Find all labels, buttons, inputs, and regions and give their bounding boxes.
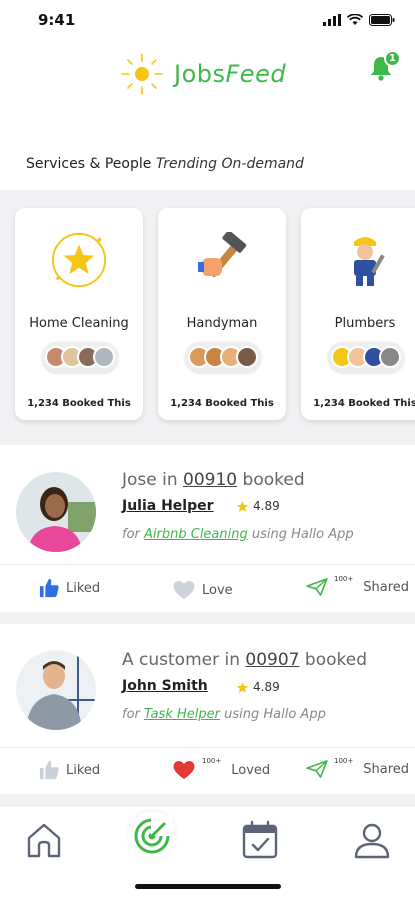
logo-text-feed: Feed bbox=[225, 60, 287, 88]
love-label: Loved bbox=[231, 762, 271, 778]
app-header: JobsFeed 1 bbox=[0, 44, 415, 116]
avatar-group bbox=[185, 342, 261, 372]
service-name: Plumbers bbox=[334, 316, 396, 331]
home-icon bbox=[27, 823, 61, 858]
rating: 4.89 bbox=[236, 680, 280, 694]
calendar-icon bbox=[242, 820, 278, 859]
avatar-group bbox=[328, 342, 404, 372]
like-button[interactable]: Liked bbox=[38, 578, 100, 598]
feed-headline: Jose in 00910 booked bbox=[122, 470, 305, 490]
thumbs-up-icon bbox=[39, 578, 59, 598]
service-line: for Task Helper using Hallo App bbox=[122, 707, 326, 722]
heart-icon bbox=[173, 760, 195, 780]
like-label: Liked bbox=[66, 762, 101, 778]
love-count: 100+ bbox=[202, 757, 222, 765]
service-line: for Airbnb Cleaning using Hallo App bbox=[122, 527, 354, 542]
booked-count: 1,234 Booked This bbox=[27, 398, 131, 409]
notifications-button[interactable]: 1 bbox=[367, 50, 401, 84]
services-carousel[interactable]: Home Cleaning 1,234 Booked This Handyman… bbox=[0, 190, 415, 445]
star-icon bbox=[236, 500, 249, 512]
battery-icon bbox=[369, 14, 395, 26]
app-logo: JobsFeed bbox=[118, 50, 286, 98]
using-label: using Hallo App bbox=[224, 707, 326, 722]
provider-name[interactable]: Julia Helper bbox=[122, 498, 214, 514]
share-label: Shared bbox=[363, 579, 410, 595]
status-time: 9:41 bbox=[38, 11, 76, 29]
section-title: Services & People Trending On-demand bbox=[26, 156, 304, 172]
service-link[interactable]: Task Helper bbox=[144, 707, 220, 722]
plumber-icon bbox=[335, 230, 395, 290]
rating-value: 4.89 bbox=[253, 499, 280, 513]
radar-icon bbox=[134, 816, 172, 854]
rating-value: 4.89 bbox=[253, 680, 280, 694]
star-icon bbox=[49, 230, 109, 290]
service-name: Home Cleaning bbox=[29, 316, 129, 331]
share-count: 100+ bbox=[334, 575, 354, 583]
love-button[interactable]: Love bbox=[172, 580, 233, 600]
signal-icon bbox=[323, 14, 341, 26]
profile-icon bbox=[354, 823, 390, 859]
home-indicator[interactable] bbox=[135, 884, 281, 889]
booked-count: 1,234 Booked This bbox=[313, 398, 415, 409]
wifi-icon bbox=[347, 14, 363, 25]
share-button[interactable]: 100+ Shared bbox=[306, 575, 410, 596]
provider-photo[interactable] bbox=[16, 650, 96, 730]
notification-badge: 1 bbox=[384, 50, 401, 67]
feed-separator bbox=[0, 612, 415, 624]
service-card-handyman[interactable]: Handyman 1,234 Booked This bbox=[158, 208, 286, 420]
section-title-main: Services & People bbox=[26, 156, 152, 172]
customer-label: Jose in bbox=[122, 470, 178, 490]
for-label: for bbox=[122, 527, 140, 542]
avatar bbox=[93, 346, 115, 368]
booked-verb: booked bbox=[304, 650, 367, 670]
customer-label: A customer in bbox=[122, 650, 240, 670]
like-label: Liked bbox=[66, 580, 101, 596]
status-bar: 9:41 bbox=[0, 0, 415, 44]
star-icon bbox=[236, 681, 249, 693]
provider-photo[interactable] bbox=[16, 472, 96, 552]
status-icons bbox=[323, 14, 395, 26]
avatar bbox=[379, 346, 401, 368]
divider bbox=[0, 564, 415, 565]
feed-headline: A customer in 00907 booked bbox=[122, 650, 367, 670]
like-button[interactable]: Liked bbox=[38, 760, 100, 780]
heart-icon bbox=[173, 580, 195, 600]
divider bbox=[0, 747, 415, 748]
nav-home[interactable] bbox=[22, 818, 66, 862]
share-count: 100+ bbox=[334, 757, 354, 765]
avatar-group bbox=[42, 342, 118, 372]
for-label: for bbox=[122, 707, 140, 722]
avatar bbox=[236, 346, 258, 368]
section-title-trending: Trending On-demand bbox=[155, 156, 304, 172]
booked-verb: booked bbox=[242, 470, 305, 490]
hammer-icon bbox=[192, 230, 252, 290]
service-link[interactable]: Airbnb Cleaning bbox=[144, 527, 248, 542]
feed-item[interactable]: A customer in 00907 booked John Smith 4.… bbox=[0, 624, 415, 794]
logo-text: JobsFeed bbox=[174, 60, 286, 88]
zip-code[interactable]: 00907 bbox=[245, 650, 299, 670]
love-label: Love bbox=[202, 582, 233, 598]
nav-feed[interactable] bbox=[128, 812, 176, 860]
share-label: Shared bbox=[363, 761, 410, 777]
paper-plane-icon bbox=[306, 760, 328, 778]
zip-code[interactable]: 00910 bbox=[183, 470, 237, 490]
service-name: Handyman bbox=[186, 316, 258, 331]
using-label: using Hallo App bbox=[251, 527, 354, 542]
nav-profile[interactable] bbox=[350, 818, 394, 862]
love-button[interactable]: 100+ Loved bbox=[172, 757, 271, 780]
thumbs-up-icon bbox=[39, 760, 59, 780]
share-button[interactable]: 100+ Shared bbox=[306, 757, 410, 778]
service-card-plumbers[interactable]: Plumbers 1,234 Booked This bbox=[301, 208, 415, 420]
paper-plane-icon bbox=[306, 578, 328, 596]
provider-name[interactable]: John Smith bbox=[122, 678, 208, 694]
service-card-home-cleaning[interactable]: Home Cleaning 1,234 Booked This bbox=[15, 208, 143, 420]
logo-text-jobs: Jobs bbox=[174, 60, 226, 88]
booked-count: 1,234 Booked This bbox=[170, 398, 274, 409]
sun-icon bbox=[121, 53, 163, 95]
nav-calendar[interactable] bbox=[238, 818, 282, 862]
feed-item[interactable]: Jose in 00910 booked Julia Helper 4.89 f… bbox=[0, 445, 415, 612]
rating: 4.89 bbox=[236, 499, 280, 513]
